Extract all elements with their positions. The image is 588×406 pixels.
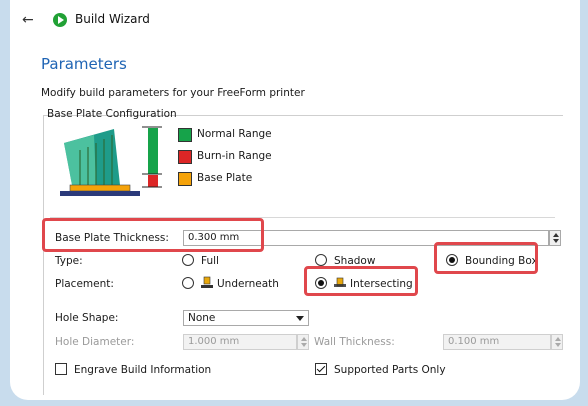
- check-icon: [316, 363, 326, 373]
- base-plate-illustration: [60, 126, 162, 196]
- chevron-down-icon: [296, 316, 304, 321]
- build-wizard-window: ← Build Wizard Parameters Modify build p…: [10, 0, 580, 400]
- hole-diameter-label: Hole Diameter:: [55, 336, 135, 348]
- hole-diameter-input[interactable]: 1.000 mm: [183, 334, 297, 350]
- base-plate-shape: [69, 184, 131, 192]
- wall-thickness-input[interactable]: 0.100 mm: [443, 334, 551, 350]
- title-bar: ← Build Wizard: [10, 0, 580, 40]
- supported-parts-checkbox[interactable]: [315, 363, 327, 375]
- normal-range-bar: [148, 128, 158, 174]
- type-shadow-radio[interactable]: [315, 254, 327, 266]
- hole-shape-label: Hole Shape:: [55, 312, 119, 324]
- window-title: Build Wizard: [75, 12, 150, 26]
- legend-swatch: [178, 128, 192, 142]
- type-bounding-box-label[interactable]: Bounding Box: [465, 255, 538, 267]
- separator: [50, 217, 555, 218]
- type-full-radio[interactable]: [182, 254, 194, 266]
- wall-thickness-label: Wall Thickness:: [314, 336, 395, 348]
- type-full-label[interactable]: Full: [201, 255, 219, 267]
- intersecting-icon: [334, 277, 346, 287]
- type-shadow-label[interactable]: Shadow: [334, 255, 375, 267]
- placement-intersecting-label[interactable]: Intersecting: [350, 278, 413, 290]
- supported-parts-label[interactable]: Supported Parts Only: [334, 364, 446, 376]
- group-title: Base Plate Configuration: [47, 108, 177, 120]
- placement-underneath-label[interactable]: Underneath: [217, 278, 279, 290]
- play-icon: [53, 13, 67, 27]
- thickness-input[interactable]: 0.300 mm: [183, 230, 549, 246]
- type-bounding-box-radio[interactable]: [446, 254, 458, 266]
- wall-thickness-spinner[interactable]: [551, 334, 563, 350]
- placement-label: Placement:: [55, 278, 114, 290]
- type-label: Type:: [55, 255, 83, 267]
- page-heading: Parameters: [41, 55, 127, 73]
- thickness-label: Base Plate Thickness:: [55, 232, 169, 244]
- legend-label: Base Plate: [197, 172, 253, 184]
- placement-underneath-radio[interactable]: [182, 277, 194, 289]
- burn-in-range-bar: [148, 175, 158, 187]
- placement-intersecting-radio[interactable]: [315, 277, 327, 289]
- legend-swatch: [178, 172, 192, 186]
- underneath-icon: [201, 276, 213, 288]
- hole-diameter-spinner[interactable]: [297, 334, 309, 350]
- hole-shape-value: None: [188, 312, 216, 324]
- hole-shape-select[interactable]: None: [183, 310, 309, 326]
- page-subtitle: Modify build parameters for your FreeFor…: [41, 87, 305, 99]
- build-platform: [60, 191, 140, 196]
- back-arrow-icon[interactable]: ←: [22, 12, 34, 28]
- engrave-checkbox[interactable]: [55, 363, 67, 375]
- legend-label: Burn-in Range: [197, 150, 272, 162]
- thickness-spinner[interactable]: [549, 230, 561, 246]
- engrave-label[interactable]: Engrave Build Information: [74, 364, 211, 376]
- legend-label: Normal Range: [197, 128, 272, 140]
- legend-swatch: [178, 150, 192, 164]
